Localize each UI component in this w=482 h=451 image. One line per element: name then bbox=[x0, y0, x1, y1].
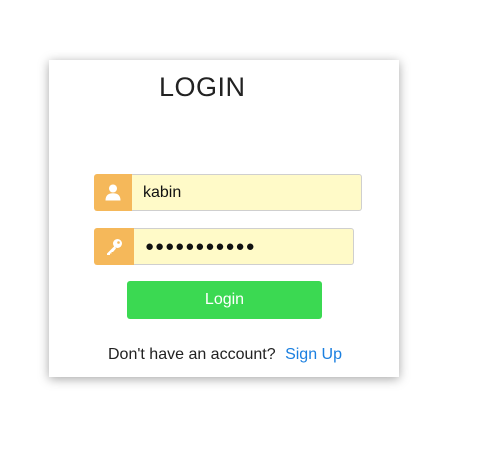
login-title: LOGIN bbox=[159, 72, 246, 102]
signup-prompt: Don't have an account? bbox=[108, 346, 276, 363]
login-card: LOGIN ●●●●●●●●●●● Login Don't have an ac… bbox=[49, 60, 399, 377]
key-icon bbox=[94, 228, 134, 265]
login-button[interactable]: Login bbox=[127, 281, 322, 319]
username-input[interactable] bbox=[132, 174, 362, 211]
signup-row: Don't have an account? Sign Up bbox=[108, 346, 342, 364]
password-input[interactable]: ●●●●●●●●●●● bbox=[134, 228, 354, 265]
user-icon bbox=[94, 174, 132, 211]
password-field-group: ●●●●●●●●●●● bbox=[94, 228, 354, 265]
signup-link[interactable]: Sign Up bbox=[285, 346, 342, 363]
username-field-group bbox=[94, 174, 362, 211]
